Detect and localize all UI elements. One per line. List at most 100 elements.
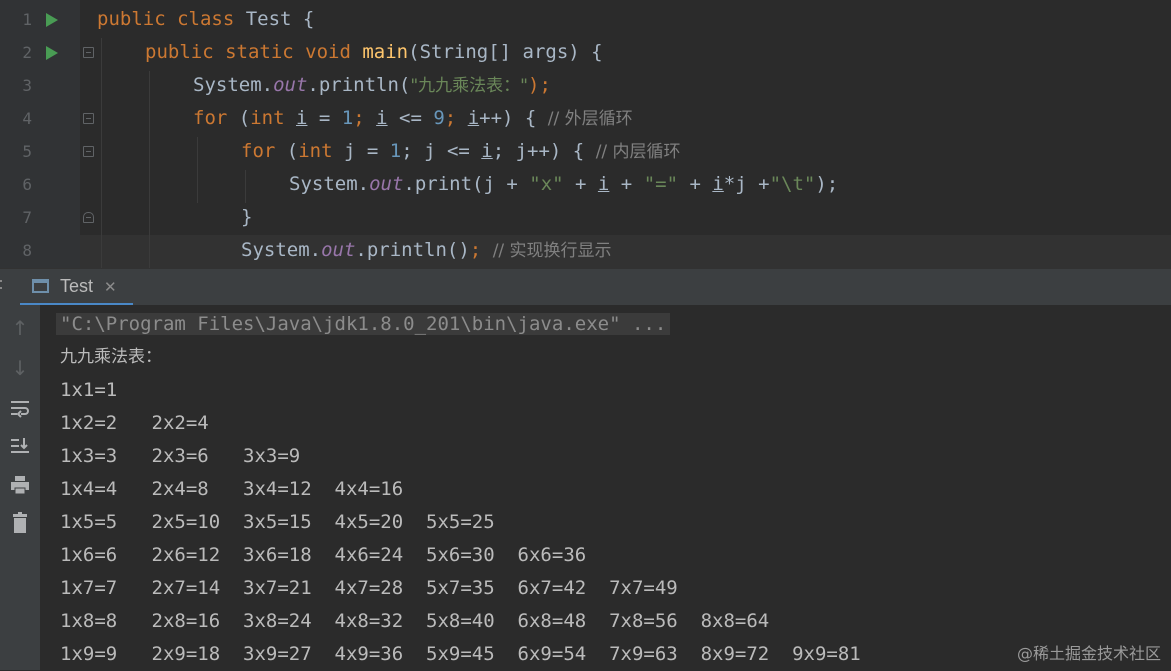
command-line[interactable]: "C:\Program Files\Java\jdk1.8.0_201\bin\… (56, 313, 671, 335)
indent-guide (149, 71, 150, 268)
variable: i (712, 173, 724, 195)
code-line-3: System.out.println("九九乘法表："); (193, 69, 551, 102)
table-row: 1x2=2 2x2=4 (60, 412, 209, 434)
code-line-8: System.out.println(); // 实现换行显示 (241, 234, 612, 267)
code-token: } (241, 206, 253, 228)
code-token: ( (227, 107, 251, 129)
table-row: 1x8=8 2x8=16 3x8=24 4x8=32 5x8=40 6x8=48… (60, 610, 770, 632)
indent-guide (101, 38, 102, 268)
fold-outer-loop-icon[interactable] (83, 113, 94, 124)
line-number: 3 (22, 76, 32, 95)
code-token: ); (528, 74, 551, 96)
code-token: System. (241, 239, 322, 261)
indent-guide (197, 137, 198, 203)
fold-inner-loop-icon[interactable] (83, 146, 94, 157)
line-number: 6 (22, 175, 32, 194)
number-literal: 1 (389, 140, 402, 162)
variable: i (376, 107, 388, 129)
keyword: int (250, 107, 285, 129)
options-icon[interactable] (0, 278, 3, 292)
code-token: + (678, 173, 713, 195)
run-class-icon[interactable] (46, 13, 58, 27)
code-token: ; (353, 107, 377, 129)
line-number: 2 (22, 43, 32, 62)
soft-wrap-icon[interactable] (5, 393, 35, 423)
code-token: ; j++) { (492, 140, 596, 162)
variable: i (481, 140, 493, 162)
gutter-line-6: 6 (0, 168, 80, 201)
code-line-2: public static void main(String[] args) { (145, 36, 603, 69)
indent-guide (245, 170, 246, 203)
code-token: <= (387, 107, 434, 129)
table-row: 1x5=5 2x5=10 3x5=15 4x5=20 5x5=25 (60, 511, 495, 533)
line-number: 5 (22, 142, 32, 161)
string-literal: "=" (643, 173, 679, 195)
number-literal: 1 (341, 107, 354, 129)
print-icon[interactable] (5, 470, 35, 500)
code-token: ; (469, 239, 493, 261)
code-token: + (609, 173, 644, 195)
variable: i (597, 173, 610, 195)
code-token: System. (193, 74, 274, 96)
keyword: int (298, 140, 333, 162)
console-title: 九九乘法表： (60, 347, 162, 367)
trash-icon[interactable] (5, 508, 35, 538)
table-row: 1x1=1 (60, 379, 118, 401)
run-main-icon[interactable] (46, 46, 58, 60)
table-row: 1x4=4 2x4=8 3x4=12 4x4=16 (60, 478, 404, 500)
fold-end-icon[interactable] (83, 212, 94, 223)
variable: i (467, 107, 480, 129)
line-number: 8 (22, 241, 32, 260)
gutter-line-7: 7 (0, 201, 80, 234)
tab-test[interactable]: Test ✕ (20, 269, 133, 306)
number-literal: 9 (433, 107, 445, 129)
gutter-line-8: 8 (0, 234, 80, 267)
gutter-line-4: 4 (0, 102, 80, 135)
code-line-7: } (241, 201, 252, 234)
code-token: .println( (307, 74, 411, 96)
editor-gutter: 1 2 3 4 5 6 7 8 (0, 0, 80, 268)
console-output[interactable]: "C:\Program Files\Java\jdk1.8.0_201\bin\… (40, 305, 1171, 670)
code-token: ++) { (479, 107, 548, 129)
console-window-icon (32, 279, 49, 293)
code-token: ; j <= (401, 140, 482, 162)
code-token: + (563, 173, 598, 195)
string-literal: "\t" (769, 173, 816, 195)
class-decl: Test { (234, 8, 315, 30)
comment: // 实现换行显示 (492, 241, 612, 261)
arrow-up-icon[interactable]: ↑ (5, 313, 35, 343)
code-token: System. (289, 173, 370, 195)
code-token: .print(j + (403, 173, 530, 195)
code-token: .println() (355, 239, 470, 261)
fold-method-icon[interactable] (83, 47, 94, 58)
variable: i (296, 107, 308, 129)
params: (String[] args) { (408, 41, 603, 63)
table-row: 1x3=3 2x3=6 3x3=9 (60, 445, 301, 467)
code-token: ); (815, 173, 839, 195)
table-row: 1x9=9 2x9=18 3x9=27 4x9=36 5x9=45 6x9=54… (60, 643, 861, 665)
static-field: out (321, 239, 356, 261)
static-field: out (369, 173, 404, 195)
code-line-4: for (int i = 1; i <= 9; i++) { // 外层循环 (193, 102, 633, 135)
keyword: for (193, 107, 228, 129)
arrow-down-icon[interactable]: ↓ (5, 353, 35, 383)
console-line: "C:\Program Files\Java\jdk1.8.0_201\bin\… (56, 308, 671, 341)
scroll-to-end-icon[interactable] (5, 431, 35, 461)
string-literal: "x" (529, 173, 564, 195)
line-number: 7 (22, 208, 32, 227)
run-tool-window-header: Test ✕ (0, 268, 1171, 306)
keyword: public class (97, 8, 235, 30)
static-field: out (273, 74, 308, 96)
string-literal: "九九乘法表：" (410, 76, 528, 96)
line-number: 4 (22, 109, 32, 128)
code-token: j = (332, 140, 390, 162)
close-icon[interactable]: ✕ (104, 278, 117, 296)
code-editor[interactable]: 1 2 3 4 5 6 7 8 public class Test {publ… (0, 0, 1171, 268)
keyword: for (241, 140, 276, 162)
code-token: ( (275, 140, 299, 162)
tab-label: Test (60, 276, 94, 296)
comment: // 外层循环 (547, 109, 633, 129)
code-line-1: public class Test { (97, 3, 314, 36)
gutter-line-5: 5 (0, 135, 80, 168)
